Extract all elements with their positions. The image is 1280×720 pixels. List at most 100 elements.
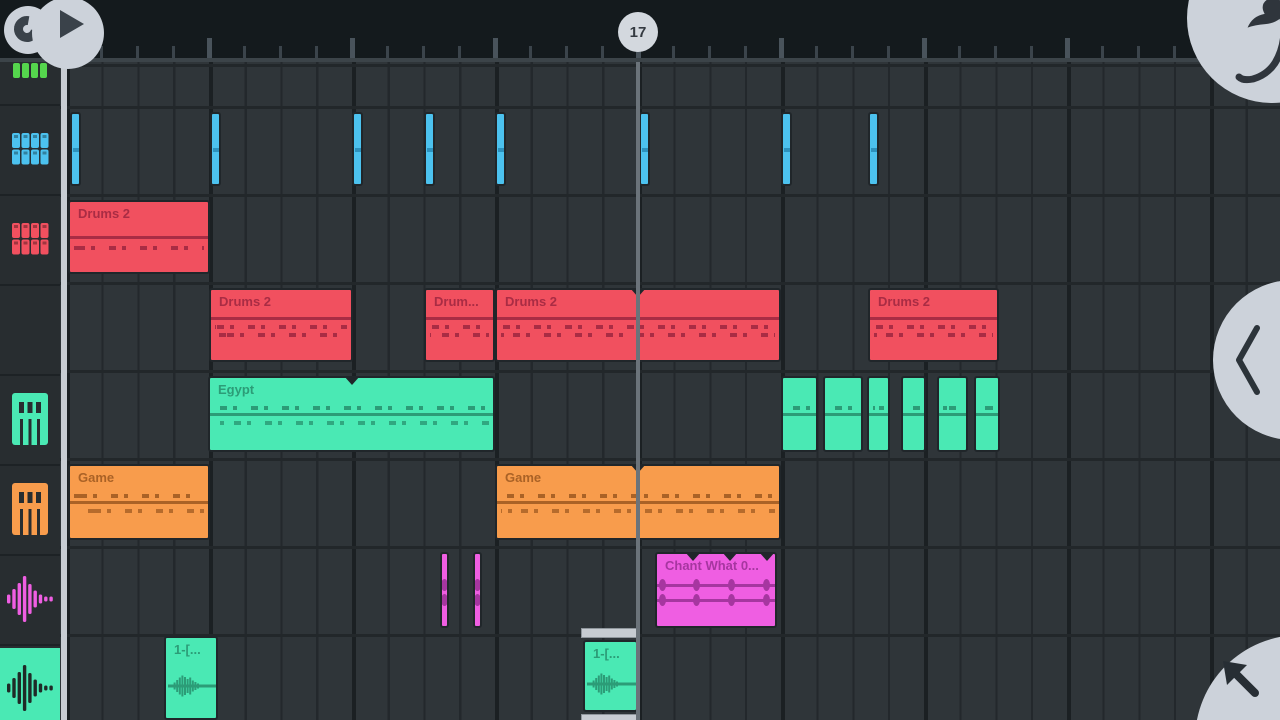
clip-vocal-t2[interactable] bbox=[473, 552, 482, 628]
playlist-screen: 17 Drums 2Drums 2Drum...Drums 2Drums 2Eg… bbox=[0, 0, 1280, 720]
clip-center-handle[interactable] bbox=[344, 376, 360, 385]
clip-blue-4[interactable] bbox=[424, 112, 435, 186]
bar-number-badge[interactable]: 17 bbox=[618, 12, 658, 52]
arrow-up-left-icon bbox=[1195, 635, 1280, 720]
audio-waveform bbox=[168, 644, 214, 718]
ruler-minor-tick bbox=[1101, 46, 1104, 58]
clip-vocal-t1[interactable] bbox=[440, 552, 449, 628]
step-sequencer-icon bbox=[10, 132, 50, 171]
ruler-minor-tick bbox=[815, 46, 818, 58]
ruler-major-tick bbox=[350, 38, 355, 58]
clip-note-preview bbox=[430, 325, 489, 329]
audio-waveform bbox=[587, 648, 634, 710]
clip-teal-s4[interactable] bbox=[901, 376, 926, 452]
ruler-minor-tick bbox=[386, 46, 389, 58]
collapse-panel-button[interactable] bbox=[1213, 280, 1280, 440]
clip-teal-s1[interactable] bbox=[781, 376, 818, 452]
ruler-major-tick bbox=[207, 38, 212, 58]
clip-note-preview bbox=[74, 509, 204, 513]
clip-blue-7[interactable] bbox=[781, 112, 792, 186]
clip-note-preview bbox=[907, 406, 920, 410]
clip-blue-3[interactable] bbox=[352, 112, 363, 186]
ruler-minor-tick bbox=[315, 46, 318, 58]
ruler-minor-tick bbox=[887, 46, 890, 58]
sidebar-track-1-button[interactable] bbox=[0, 62, 60, 106]
step-sequencer-icon bbox=[10, 222, 50, 261]
chevron-left-icon bbox=[1213, 280, 1280, 440]
ruler-minor-tick bbox=[243, 46, 246, 58]
ruler-minor-tick bbox=[529, 46, 532, 58]
clip-label: Game bbox=[505, 470, 541, 485]
ruler-minor-tick bbox=[422, 46, 425, 58]
ruler-minor-tick bbox=[1137, 46, 1140, 58]
sidebar-track-8-button[interactable] bbox=[0, 648, 60, 720]
clip-selection-handle-bottom[interactable] bbox=[581, 714, 640, 720]
track-list bbox=[0, 62, 60, 720]
waveform-icon bbox=[5, 575, 55, 628]
sidebar-track-4-button[interactable] bbox=[0, 288, 60, 376]
play-button[interactable] bbox=[32, 0, 104, 69]
sidebar-track-3-button[interactable] bbox=[0, 198, 60, 286]
clip-note-preview bbox=[980, 406, 994, 410]
clip-teal-s2[interactable] bbox=[823, 376, 863, 452]
ruler-edge bbox=[0, 58, 1280, 62]
clip-note-preview bbox=[214, 421, 489, 425]
jump-to-start-button[interactable] bbox=[1195, 635, 1280, 720]
clip-audio-1[interactable]: 1-[... bbox=[164, 636, 218, 720]
clip-drums2-c[interactable]: Drum... bbox=[424, 288, 495, 362]
clip-notch-marker bbox=[759, 552, 775, 561]
clip-note-preview bbox=[215, 333, 347, 337]
song-start-marker bbox=[61, 62, 67, 720]
clip-label: Game bbox=[78, 470, 114, 485]
clip-note-preview bbox=[214, 406, 489, 410]
clip-note-preview bbox=[873, 406, 884, 410]
clip-selection-handle-top[interactable] bbox=[581, 628, 640, 638]
clip-note-preview bbox=[943, 406, 962, 410]
clip-blue-1[interactable] bbox=[70, 112, 81, 186]
clip-blue-6[interactable] bbox=[639, 112, 650, 186]
ruler-major-tick bbox=[493, 38, 498, 58]
ruler-major-tick bbox=[1065, 38, 1070, 58]
clip-label: Drums 2 bbox=[878, 294, 930, 309]
play-icon bbox=[60, 10, 84, 38]
clip-teal-s3[interactable] bbox=[867, 376, 890, 452]
clip-label: Chant What 0... bbox=[665, 558, 759, 573]
fl-fruit-logo-icon bbox=[1187, 0, 1280, 103]
ruler-minor-tick bbox=[708, 46, 711, 58]
clip-egypt[interactable]: Egypt bbox=[208, 376, 495, 452]
clip-game-a[interactable]: Game bbox=[68, 464, 210, 540]
clip-note-preview bbox=[215, 325, 347, 329]
clip-teal-s5[interactable] bbox=[937, 376, 968, 452]
ruler-major-tick bbox=[779, 38, 784, 58]
ruler-minor-tick bbox=[458, 46, 461, 58]
ruler-minor-tick bbox=[136, 46, 139, 58]
ruler-minor-tick bbox=[672, 46, 675, 58]
sidebar-track-6-button[interactable] bbox=[0, 468, 60, 556]
clip-audio-2[interactable]: 1-[... bbox=[583, 640, 638, 712]
sidebar-track-2-button[interactable] bbox=[0, 108, 60, 196]
clip-blue-8[interactable] bbox=[868, 112, 879, 186]
clip-blue-2[interactable] bbox=[210, 112, 221, 186]
waveform-icon bbox=[5, 664, 55, 717]
clip-blue-5[interactable] bbox=[495, 112, 506, 186]
ruler-minor-tick bbox=[851, 46, 854, 58]
ruler-minor-tick bbox=[1030, 46, 1033, 58]
clip-label: Drums 2 bbox=[219, 294, 271, 309]
ruler-minor-tick bbox=[172, 46, 175, 58]
sidebar-track-7-button[interactable] bbox=[0, 558, 60, 646]
clip-drums2-e[interactable]: Drums 2 bbox=[868, 288, 999, 362]
clip-teal-s6[interactable] bbox=[974, 376, 1000, 452]
ruler-minor-tick bbox=[1173, 46, 1176, 58]
clip-note-preview bbox=[74, 246, 204, 250]
sidebar-track-5-button[interactable] bbox=[0, 378, 60, 466]
fl-studio-logo-button[interactable] bbox=[1187, 0, 1280, 103]
ruler-minor-tick bbox=[565, 46, 568, 58]
clip-note-preview bbox=[874, 325, 993, 329]
step-sequencer-icon bbox=[10, 62, 50, 84]
clip-chant[interactable]: Chant What 0... bbox=[655, 552, 777, 628]
ruler-minor-tick bbox=[994, 46, 997, 58]
clip-drums2-b[interactable]: Drums 2 bbox=[209, 288, 353, 362]
clip-drums2-a[interactable]: Drums 2 bbox=[68, 200, 210, 274]
playhead[interactable] bbox=[636, 50, 640, 720]
ruler-major-tick bbox=[922, 38, 927, 58]
